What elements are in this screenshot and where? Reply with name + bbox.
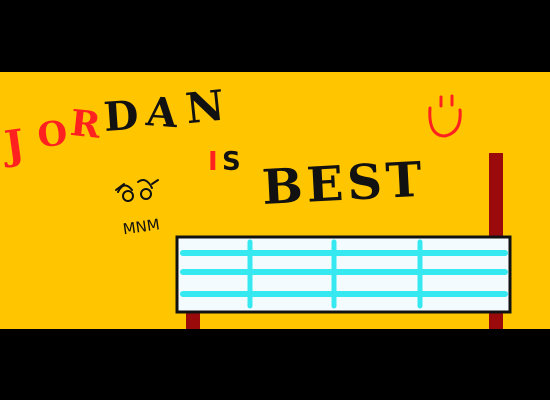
canvas: J O R D A N I S BEST MNM bbox=[0, 0, 550, 400]
smiley-face-icon bbox=[428, 94, 462, 138]
jordan-word: J O R D A N bbox=[0, 81, 227, 170]
jordan-letter-d: D bbox=[102, 92, 140, 141]
creature-doodle-icon: MNM bbox=[115, 179, 161, 238]
is-word: I S bbox=[208, 147, 241, 177]
is-letter-i: I bbox=[208, 147, 218, 177]
jordan-letter-a: A bbox=[144, 88, 180, 137]
doodle-layer: J O R D A N I S BEST MNM bbox=[0, 81, 512, 329]
jordan-letter-j: J bbox=[0, 120, 27, 170]
jordan-letter-r: R bbox=[68, 102, 103, 147]
bench-drawing bbox=[175, 235, 512, 314]
creature-mnm-text: MNM bbox=[122, 215, 161, 238]
is-letter-s: S bbox=[222, 147, 241, 177]
best-word: BEST bbox=[261, 152, 427, 216]
jordan-letter-o: O bbox=[36, 113, 70, 156]
yellow-panel: J O R D A N I S BEST MNM bbox=[0, 72, 550, 329]
jordan-letter-n: N bbox=[183, 81, 226, 134]
